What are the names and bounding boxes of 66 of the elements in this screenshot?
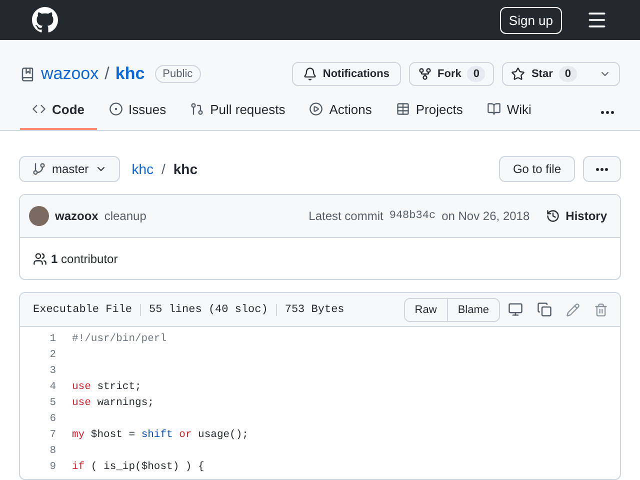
file-size: 753 Bytes (276, 304, 352, 316)
pull-request-icon (190, 102, 204, 116)
code-line: my $host = shift or usage(); (72, 429, 248, 441)
github-logo-icon[interactable] (32, 7, 58, 33)
book-icon (486, 102, 501, 116)
sign-up-button[interactable]: Sign up (500, 6, 562, 34)
repo-tab[interactable]: Pull requests (178, 100, 298, 130)
people-icon (33, 252, 47, 266)
path-separator: / (104, 64, 110, 84)
line-number: 6 (48, 413, 57, 425)
line-number: 4 (48, 381, 57, 393)
history-link[interactable]: History (566, 209, 607, 223)
commit-sha[interactable]: 948b34c (389, 210, 436, 222)
branch-icon (32, 162, 46, 176)
code-line: use warnings; (72, 397, 154, 409)
repo-tab[interactable]: Actions (297, 100, 384, 130)
contributors-link[interactable]: 1 contributor (51, 252, 118, 266)
commit-author[interactable]: wazoox (55, 209, 98, 223)
delete-icon[interactable] (594, 302, 608, 316)
copy-icon[interactable] (537, 302, 552, 317)
breadcrumb-repo-link[interactable]: khc (132, 161, 154, 177)
repo-tab[interactable]: Wiki (474, 100, 544, 130)
line-number: 2 (48, 349, 57, 361)
line-number: 7 (48, 429, 57, 441)
go-to-file-button[interactable]: Go to file (498, 156, 575, 182)
star-icon (511, 67, 526, 81)
play-circle-icon (309, 102, 324, 116)
repo-owner-link[interactable]: wazoox (41, 64, 99, 84)
repo-tab[interactable]: Projects (384, 100, 475, 130)
more-icon (596, 168, 608, 170)
more-icon[interactable] (601, 111, 614, 114)
fork-button[interactable]: Fork 0 (408, 62, 494, 86)
more-button[interactable] (583, 156, 621, 182)
line-number: 3 (48, 365, 57, 377)
repo-name-link[interactable]: khc (115, 64, 145, 84)
commit-date: on Nov 26, 2018 (442, 209, 530, 223)
repo-tab[interactable]: Code (20, 100, 96, 130)
fork-icon (418, 67, 432, 81)
repo-icon (20, 66, 35, 82)
breadcrumb-file: khc (173, 161, 198, 177)
line-number: 9 (48, 461, 57, 473)
history-icon[interactable] (546, 209, 560, 223)
visibility-label: Public (154, 65, 201, 83)
line-number: 5 (48, 397, 57, 409)
repo-tab[interactable]: Issues (96, 100, 178, 130)
line-count: 55 lines (40 sloc) (140, 304, 276, 316)
edit-icon[interactable] (566, 302, 580, 316)
bell-icon (302, 67, 317, 81)
line-number: 8 (48, 445, 57, 457)
circle-dot-icon (108, 102, 122, 116)
code-line: #!/usr/bin/perl (72, 333, 167, 345)
code-line: use strict; (72, 381, 142, 393)
latest-commit-label: Latest commit (308, 209, 384, 223)
code-line: if ( is_ip($host) ) { (72, 461, 204, 473)
file-mode: Executable File (32, 304, 134, 316)
path-separator: / (161, 161, 166, 177)
avatar (29, 206, 49, 226)
branch-button[interactable]: master (19, 156, 120, 182)
file-view-button[interactable]: Blame (446, 298, 499, 320)
table-icon (396, 102, 410, 116)
commit-message[interactable]: cleanup (104, 209, 146, 223)
star-button[interactable]: Star 0 (502, 62, 620, 86)
code-brackets-icon (32, 102, 46, 116)
desktop-icon[interactable] (508, 302, 523, 317)
line-number: 1 (48, 333, 57, 345)
notifications-button[interactable]: Notifications (292, 62, 400, 86)
